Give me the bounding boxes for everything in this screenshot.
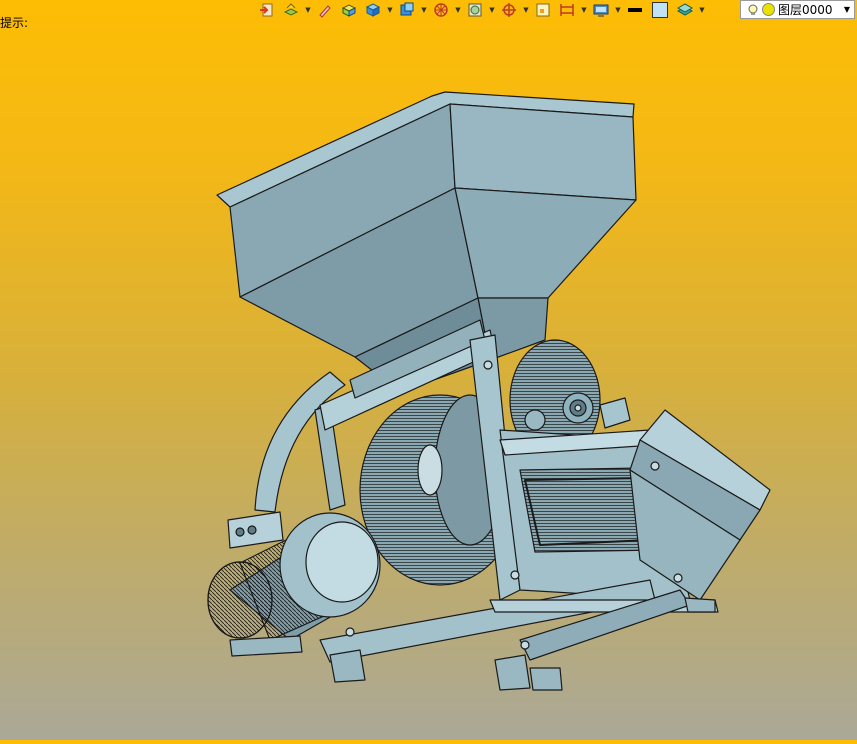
layer-selector[interactable]: 图层0000 ▼ (740, 0, 855, 19)
machine-model (207, 91, 771, 691)
cube-dropdown[interactable]: ▼ (386, 1, 394, 19)
render-dropdown[interactable]: ▼ (488, 1, 496, 19)
import-icon[interactable] (256, 1, 278, 19)
view-cube-dropdown[interactable]: ▼ (420, 1, 428, 19)
view-cube-icon[interactable] (396, 1, 418, 19)
cube-icon[interactable] (362, 1, 384, 19)
dimension-icon[interactable] (556, 1, 578, 19)
display-icon[interactable] (590, 1, 612, 19)
wheel-dropdown[interactable]: ▼ (454, 1, 462, 19)
target-icon[interactable] (498, 1, 520, 19)
layer-stack-dropdown[interactable]: ▼ (698, 1, 706, 19)
pen-icon[interactable] (314, 1, 336, 19)
layer-name: 图层0000 (778, 3, 833, 17)
layer-stack-icon[interactable] (674, 1, 696, 19)
layers-tool-icon[interactable] (280, 1, 302, 19)
frame-icon[interactable] (532, 1, 554, 19)
dimension-dropdown[interactable]: ▼ (580, 1, 588, 19)
line-color-swatch[interactable] (628, 8, 642, 12)
base-frame (319, 579, 719, 691)
solid-box-icon[interactable] (338, 1, 360, 19)
toolbar: ▼ ▼ ▼ ▼ ▼ ▼ ▼ ▼ ▼ (256, 0, 706, 20)
fill-color-swatch[interactable] (652, 2, 668, 18)
wheel-icon[interactable] (430, 1, 452, 19)
layer-color-dot[interactable] (762, 3, 775, 16)
layer-dropdown-arrow[interactable]: ▼ (844, 5, 850, 14)
display-dropdown[interactable]: ▼ (614, 1, 622, 19)
target-dropdown[interactable]: ▼ (522, 1, 530, 19)
render-icon[interactable] (464, 1, 486, 19)
lightbulb-icon[interactable] (747, 4, 759, 16)
layers-tool-dropdown[interactable]: ▼ (304, 1, 312, 19)
3d-viewport[interactable] (0, 22, 857, 740)
